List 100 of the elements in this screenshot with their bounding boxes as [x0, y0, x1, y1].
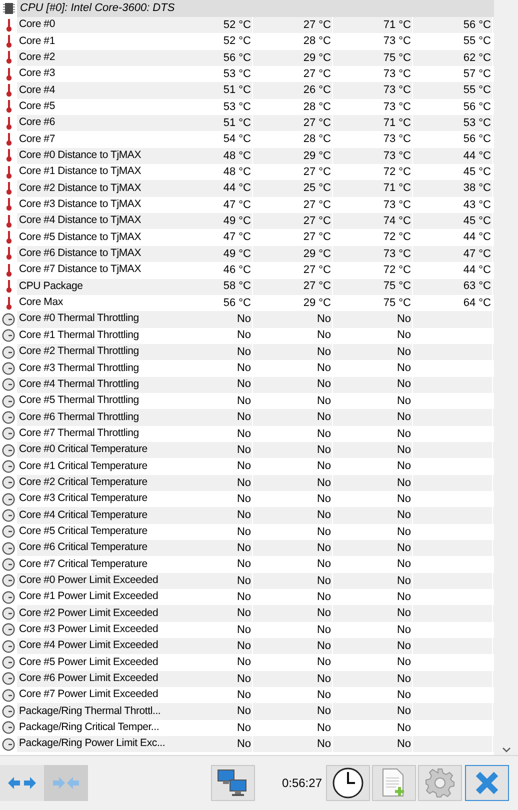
- value-cell-text: No: [396, 737, 411, 752]
- thermometer-icon: [6, 166, 12, 179]
- value-cell-text: No: [316, 328, 331, 344]
- value-cell-text: No: [316, 410, 331, 426]
- value-cell-text: No: [396, 655, 411, 670]
- dial-icon: [2, 574, 15, 588]
- value-cell-text: No: [396, 442, 411, 458]
- value-cell-text: No: [236, 344, 251, 360]
- value-cell-text: 56 °C: [463, 100, 491, 115]
- value-cell-text: No: [236, 410, 251, 426]
- network-button[interactable]: [210, 765, 255, 801]
- value-cell-text: 71 °C: [383, 18, 411, 33]
- sensor-label: Package/Ring Power Limit Exc...: [18, 736, 166, 752]
- value-cell-text: No: [396, 557, 411, 572]
- value-cell-text: No: [396, 410, 411, 426]
- value-cell-text: 27 °C: [303, 198, 331, 213]
- value-cell-text: 43 °C: [463, 198, 491, 213]
- value-cell-text: No: [316, 540, 331, 556]
- value-cell-text: No: [316, 638, 331, 654]
- scrollbar[interactable]: [494, 0, 518, 755]
- sensor-label: Core #2 Thermal Throttling: [18, 344, 140, 360]
- sensor-label: Core #4: [18, 82, 56, 98]
- expand-button[interactable]: [0, 765, 44, 801]
- value-cell-text: 73 °C: [383, 34, 411, 50]
- value-cell-text: No: [396, 344, 411, 360]
- value-cell-text: 73 °C: [383, 148, 411, 164]
- value-cell-text: No: [236, 394, 251, 409]
- sensor-label: Core #4 Distance to TjMAX: [18, 213, 142, 228]
- dial-icon: [2, 607, 15, 620]
- sensor-label: Core #3 Distance to TjMAX: [18, 197, 142, 212]
- thermometer-icon: [6, 296, 12, 310]
- settings-button[interactable]: [418, 765, 462, 801]
- value-cell-text: 72 °C: [383, 263, 411, 278]
- sensor-label: Core #5 Critical Temperature: [18, 524, 148, 539]
- dial-icon: [2, 590, 15, 604]
- value-cell-text: No: [396, 540, 411, 556]
- sensor-label: Core #7 Distance to TjMAX: [18, 262, 142, 278]
- value-cell-text: No: [396, 492, 411, 507]
- sensor-label: Core #7 Critical Temperature: [18, 556, 148, 572]
- dial-icon: [2, 329, 15, 342]
- value-cell-text: No: [236, 361, 251, 376]
- value-cell-text: 48 °C: [223, 165, 251, 180]
- dial-icon: [2, 542, 15, 555]
- value-cell-text: 44 °C: [463, 148, 491, 164]
- value-cell-text: 27 °C: [303, 116, 331, 131]
- value-cell-text: 53 °C: [223, 100, 251, 115]
- arrows-icon: [7, 776, 37, 790]
- sensor-label: Core #3: [18, 66, 56, 82]
- dial-icon: [2, 738, 15, 751]
- sensor-label: Core #6 Distance to TjMAX: [18, 246, 142, 262]
- value-cell-text: No: [316, 476, 331, 491]
- value-cell-text: No: [236, 590, 251, 605]
- sensor-label: Core #0 Power Limit Exceeded: [18, 572, 160, 588]
- dial-icon: [2, 525, 15, 538]
- value-cell-text: No: [396, 638, 411, 654]
- sensor-label: Core #7: [18, 132, 56, 147]
- value-cell-text: No: [236, 557, 251, 572]
- close-button[interactable]: [465, 765, 509, 801]
- sensor-label: Core #1 Power Limit Exceeded: [18, 589, 160, 604]
- value-cell-text: 45 °C: [463, 165, 491, 180]
- dial-icon: [2, 312, 15, 326]
- value-cell-text: 47 °C: [223, 230, 251, 246]
- sensor-label: Core #3 Thermal Throttling: [18, 360, 140, 376]
- value-cell-text: No: [396, 688, 411, 704]
- value-cell-text: No: [316, 394, 331, 409]
- value-cell-text: No: [236, 606, 251, 622]
- sensor-group-title: CPU [#0]: Intel Core-3600: DTS: [19, 1, 175, 16]
- thermometer-icon: [6, 198, 12, 212]
- clock-icon: [332, 767, 364, 799]
- value-cell-text: No: [316, 377, 331, 392]
- thermometer-icon: [6, 214, 12, 228]
- value-cell-text: 27 °C: [303, 165, 331, 180]
- dial-icon: [2, 362, 15, 375]
- value-cell-text: No: [396, 720, 411, 736]
- value-cell-text: 53 °C: [223, 66, 251, 82]
- value-cell-text: 27 °C: [303, 263, 331, 278]
- dial-icon: [2, 558, 15, 572]
- value-cell-text: No: [316, 442, 331, 458]
- value-cell-text: No: [236, 688, 251, 704]
- value-cell-text: 73 °C: [383, 100, 411, 115]
- value-cell-text: 73 °C: [383, 83, 411, 98]
- clock-button[interactable]: [326, 765, 370, 801]
- sensor-label: CPU Package: [18, 278, 84, 294]
- thermometer-icon: [6, 264, 12, 277]
- value-cell-text: 47 °C: [463, 246, 491, 262]
- sensor-label: Core #2 Critical Temperature: [18, 474, 148, 490]
- sensor-label: Core #2 Power Limit Exceeded: [18, 606, 160, 621]
- value-cell-text: 74 °C: [383, 214, 411, 230]
- value-cell-text: No: [236, 704, 251, 720]
- value-cell-text: 46 °C: [223, 263, 251, 278]
- value-cell-text: No: [396, 426, 411, 442]
- close-icon: [475, 771, 499, 795]
- value-cell-text: No: [316, 606, 331, 622]
- value-cell-text: No: [396, 508, 411, 524]
- thermometer-icon: [6, 18, 12, 32]
- dial-icon: [2, 476, 15, 490]
- thermometer-icon: [6, 84, 12, 98]
- sensor-label: Core #3 Critical Temperature: [18, 491, 148, 506]
- scroll-down-icon[interactable]: [502, 747, 510, 753]
- value-cell-text: No: [396, 606, 411, 622]
